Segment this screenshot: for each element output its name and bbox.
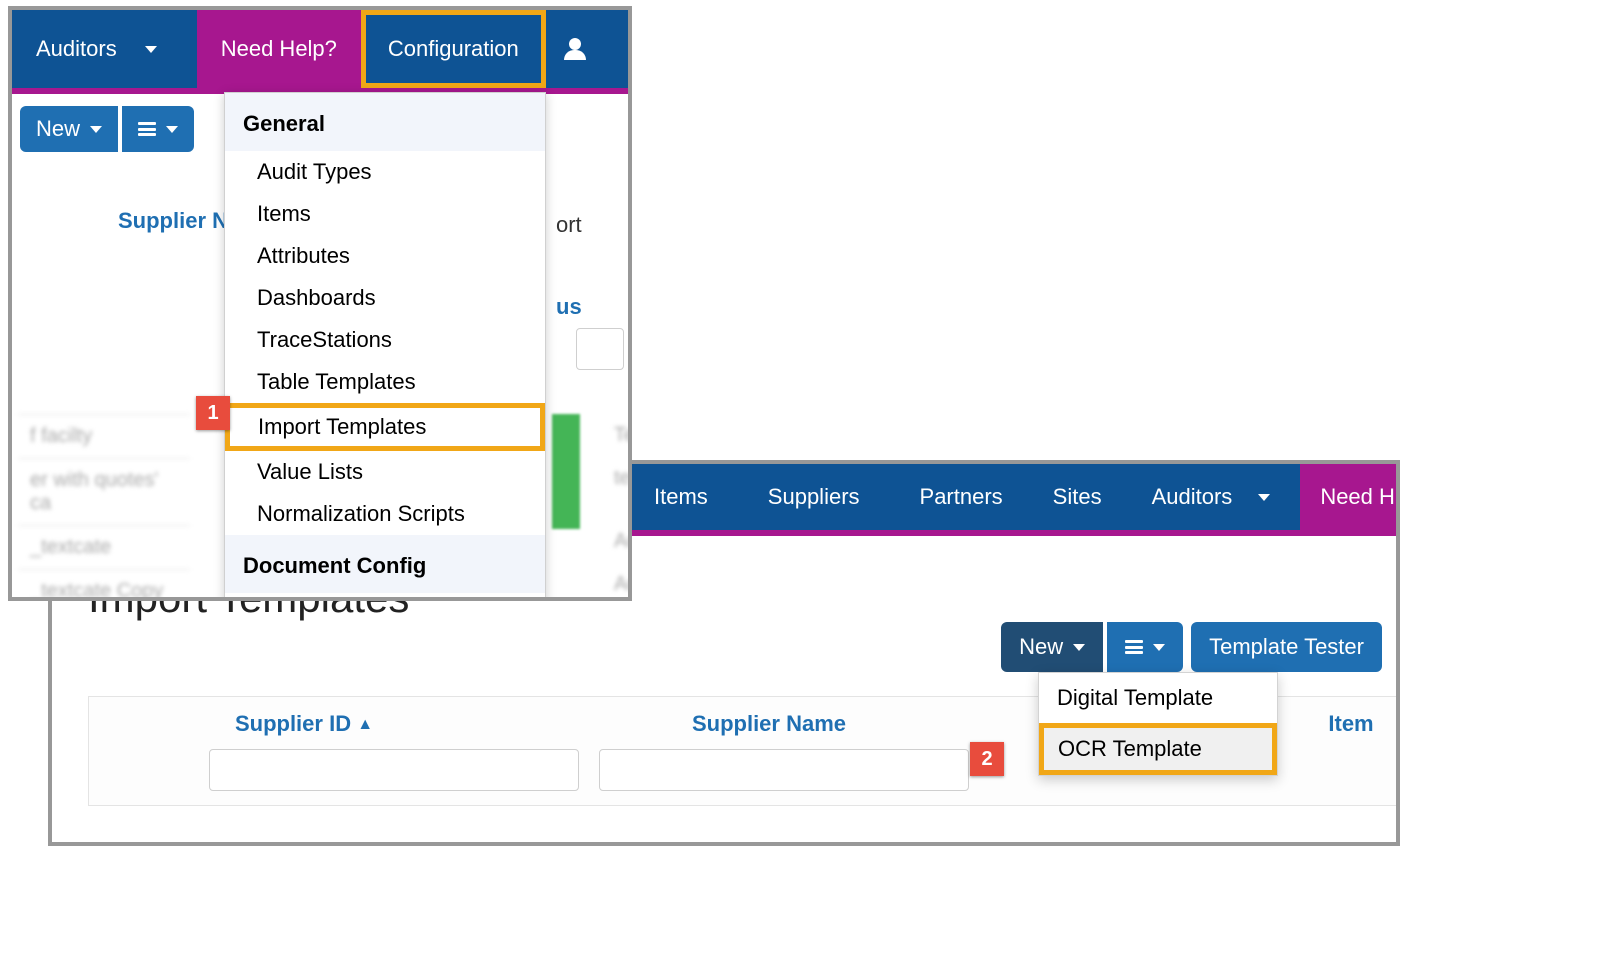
- nav-need-help-label: Need H: [1320, 484, 1395, 510]
- table-row: tex: [602, 457, 632, 500]
- caret-down-icon: [166, 126, 178, 133]
- dd-import-templates[interactable]: Import Templates: [225, 403, 545, 451]
- dd-tracestations[interactable]: TraceStations: [225, 319, 545, 361]
- dd-attributes[interactable]: Attributes: [225, 235, 545, 277]
- dd-audit-types[interactable]: Audit Types: [225, 151, 545, 193]
- filter-supplier-id[interactable]: [209, 749, 579, 791]
- blurred-rows-right: Tex tex Ad Ad: [602, 414, 632, 601]
- dropdown-section-document-config: Document Config: [225, 535, 545, 593]
- column-item[interactable]: Item: [1306, 697, 1396, 749]
- column-status-peek[interactable]: us: [556, 294, 582, 320]
- column-supplier-id[interactable]: Supplier ID ▲: [89, 697, 519, 749]
- column-supplier-name[interactable]: Supplier Name: [529, 697, 1009, 749]
- configuration-dropdown: General Audit Types Items Attributes Das…: [224, 92, 546, 601]
- export-button-peek[interactable]: ort: [556, 212, 582, 238]
- template-tester-label: Template Tester: [1209, 634, 1364, 660]
- new-button-label: New: [36, 116, 80, 142]
- user-icon: [564, 38, 586, 60]
- screenshot-panel-1: Auditors Need Help? Configuration New or…: [8, 6, 632, 601]
- nav-partners[interactable]: Partners: [890, 464, 1033, 530]
- new-dropdown: Digital Template OCR Template: [1038, 672, 1278, 776]
- nav-sites[interactable]: Sites: [1033, 464, 1122, 530]
- dropdown-section-general: General: [225, 93, 545, 151]
- table-row: f facilty: [18, 414, 190, 458]
- new-button-label: New: [1019, 634, 1063, 660]
- toolbar-b: New Template Tester: [1001, 622, 1382, 672]
- new-button[interactable]: New: [20, 106, 118, 152]
- nav-configuration-label: Configuration: [388, 36, 519, 62]
- sort-asc-icon: ▲: [357, 716, 373, 733]
- caret-down-icon: [1073, 644, 1085, 651]
- caret-down-icon: [145, 46, 157, 53]
- nav-auditors[interactable]: Auditors: [1122, 464, 1301, 530]
- nav-need-help-label: Need Help?: [221, 36, 337, 62]
- nav-auditors-label: Auditors: [1152, 484, 1233, 510]
- list-actions-button[interactable]: [1107, 622, 1183, 672]
- nav-need-help[interactable]: Need Help?: [197, 10, 361, 88]
- nav-partners-label: Partners: [920, 484, 1003, 510]
- hamburger-icon: [1125, 640, 1143, 654]
- list-actions-button[interactable]: [122, 106, 194, 152]
- dd-dashboards[interactable]: Dashboards: [225, 277, 545, 319]
- filter-status-peek[interactable]: [576, 328, 624, 370]
- filter-supplier-name[interactable]: [599, 749, 969, 791]
- dd-items[interactable]: Items: [225, 193, 545, 235]
- dd-types[interactable]: Types: [225, 593, 545, 601]
- table-row: _textcate: [18, 525, 190, 569]
- callout-1: 1: [196, 396, 230, 430]
- status-green-cells: [552, 414, 580, 529]
- dd-value-lists[interactable]: Value Lists: [225, 451, 545, 493]
- nav-items-label: Items: [654, 484, 708, 510]
- table-row: Ad: [602, 520, 632, 563]
- nav-need-help[interactable]: Need H: [1300, 464, 1400, 530]
- template-tester-button[interactable]: Template Tester: [1191, 622, 1382, 672]
- nav-configuration[interactable]: Configuration: [361, 10, 546, 88]
- nav-auditors-label: Auditors: [36, 36, 117, 62]
- new-button[interactable]: New: [1001, 622, 1103, 672]
- caret-down-icon: [1153, 644, 1165, 651]
- nav-auditors[interactable]: Auditors: [12, 10, 197, 88]
- nav-items[interactable]: Items: [624, 464, 738, 530]
- caret-down-icon: [90, 126, 102, 133]
- caret-down-icon: [1258, 494, 1270, 501]
- dd-normalization-scripts[interactable]: Normalization Scripts: [225, 493, 545, 535]
- dd-ocr-template[interactable]: OCR Template: [1039, 723, 1277, 775]
- table-row: _textcate Copy (1): [18, 569, 190, 601]
- hamburger-icon: [138, 122, 156, 136]
- table-row: [602, 500, 632, 520]
- table-row: Tex: [602, 414, 632, 457]
- table-row: Ad: [602, 563, 632, 601]
- column-item-label: Item: [1328, 711, 1373, 736]
- blurred-rows-left: f facilty er with quotes' ca _textcate _…: [18, 414, 190, 601]
- nav-suppliers[interactable]: Suppliers: [738, 464, 890, 530]
- top-nav-a: Auditors Need Help? Configuration: [12, 10, 628, 88]
- table-row: er with quotes' ca: [18, 458, 190, 525]
- callout-2: 2: [970, 742, 1004, 776]
- dd-digital-template[interactable]: Digital Template: [1039, 673, 1277, 723]
- nav-suppliers-label: Suppliers: [768, 484, 860, 510]
- nav-sites-label: Sites: [1053, 484, 1102, 510]
- column-supplier-name-label: Supplier Name: [692, 711, 846, 736]
- nav-user[interactable]: [546, 10, 604, 88]
- column-supplier-id-label: Supplier ID: [235, 711, 351, 736]
- dd-table-templates[interactable]: Table Templates: [225, 361, 545, 403]
